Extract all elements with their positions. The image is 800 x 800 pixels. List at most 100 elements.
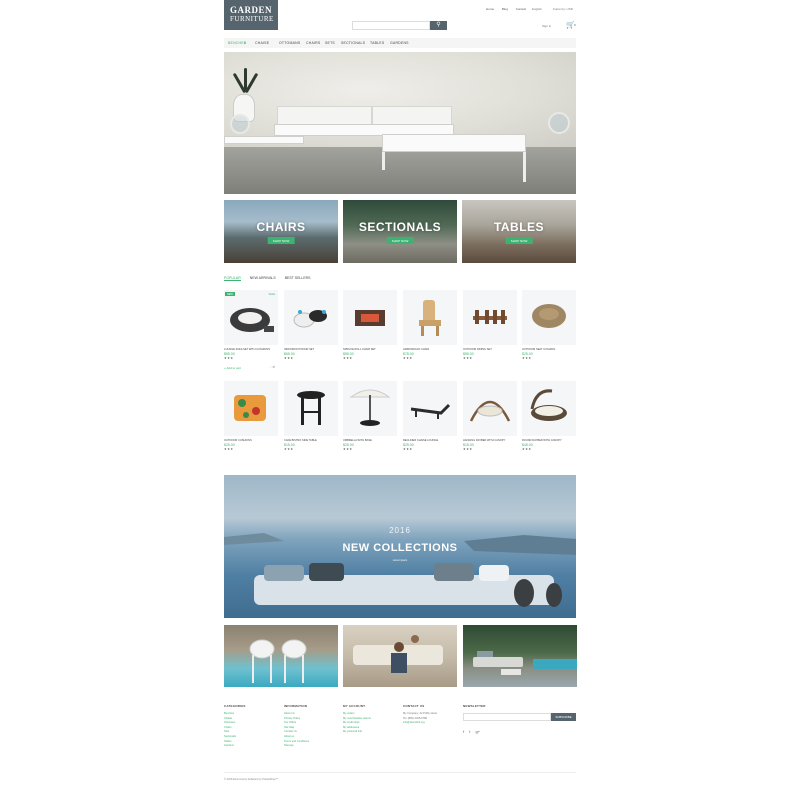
product-card[interactable]: RECLINER CHAISE LOUNGE $25.00 ★★★ — [403, 381, 457, 451]
top-right-selectors: English Currency: USD — [532, 7, 583, 11]
nav-item-sectionals[interactable]: SECTIONALS — [341, 41, 365, 45]
footer-newsletter: NEWSLETTER — [463, 704, 486, 712]
product-rating: ★★★ — [522, 356, 532, 360]
product-name[interactable]: LOUNGE SOFA SET WITH CUSHIONS — [224, 348, 278, 351]
product-image[interactable] — [284, 381, 338, 436]
currency-selector[interactable]: Currency: USD — [553, 7, 573, 11]
product-rating: ★★★ — [463, 356, 473, 360]
category-sectionals[interactable]: SECTIONALS SHOP NOW — [343, 200, 457, 263]
tab-popular[interactable]: POPULAR — [224, 276, 241, 281]
language-selector[interactable]: English — [532, 7, 542, 11]
product-image[interactable] — [403, 381, 457, 436]
nav-chevron-down-icon[interactable]: ▾ — [244, 41, 246, 45]
tab-best-sellers[interactable]: BEST SELLERS — [285, 276, 311, 280]
gallery-illustration — [353, 635, 443, 673]
product-card[interactable]: INDOOR/OUTDOOR SET $65.00 ★★★ — [284, 290, 338, 360]
product-illustration — [473, 310, 507, 324]
product-image[interactable] — [224, 381, 278, 436]
product-rating: ★★★ — [522, 447, 532, 451]
twitter-icon[interactable]: t — [469, 729, 470, 734]
tab-new-arrivals[interactable]: NEW ARRIVALS — [250, 276, 276, 280]
footer-information: INFORMATION About Us Privacy Policy Our … — [284, 704, 309, 749]
banner-subtitle: Lorem ipsum — [392, 559, 408, 562]
contact-email[interactable]: info@demolink.org — [403, 721, 437, 726]
footer-link[interactable]: My personal info — [343, 730, 371, 735]
product-name[interactable]: RECLINER CHAISE LOUNGE — [403, 439, 457, 442]
google-plus-icon[interactable]: g+ — [476, 729, 481, 734]
category-chairs[interactable]: CHAIRS SHOP NOW — [224, 200, 338, 263]
logo[interactable]: GARDEN FURNITURE — [224, 0, 278, 30]
product-image[interactable] — [343, 290, 397, 345]
top-link-home[interactable]: Home — [486, 7, 494, 11]
product-name[interactable]: UMBRELLA WITH BASE — [343, 439, 397, 442]
product-image[interactable] — [463, 290, 517, 345]
shop-now-button[interactable]: SHOP NOW — [386, 237, 414, 244]
product-name[interactable]: OUTDOOR DINING SET — [463, 348, 517, 351]
nav-item-gardens[interactable]: GARDENS — [390, 41, 409, 45]
product-card[interactable]: OUTDOOR CUSHIONS $25.00 ★★★ — [224, 381, 278, 451]
product-name[interactable]: INDOOR/OUTDOOR SET — [284, 348, 338, 351]
product-image[interactable] — [284, 290, 338, 345]
new-collections-banner[interactable]: 2016 NEW COLLECTIONS Lorem ipsum — [224, 475, 576, 618]
newsletter-email-input[interactable] — [463, 713, 551, 721]
shop-now-button[interactable]: SHOP NOW — [267, 237, 295, 244]
product-image[interactable]: NEW SALE — [224, 290, 278, 345]
product-image[interactable] — [403, 290, 457, 345]
gallery-illustration — [249, 639, 307, 683]
product-image[interactable] — [463, 381, 517, 436]
nav-item-tables[interactable]: TABLES — [370, 41, 384, 45]
product-card[interactable]: NEW SALE LOUNGE SOFA SET WITH CUSHIONS $… — [224, 290, 278, 360]
gallery-image-couple[interactable] — [343, 625, 457, 687]
add-to-cart-button[interactable]: + Add to cart — [224, 366, 241, 370]
product-card[interactable]: OUTDOOR SEAT CUSHION $25.00 ★★★ — [522, 290, 576, 360]
product-name[interactable]: HANGING DAYBED WITH CANOPY — [463, 439, 517, 442]
product-rating: ★★★ — [403, 447, 413, 451]
compare-icon[interactable]: ♡ ⇄ — [269, 365, 275, 369]
product-image[interactable] — [343, 381, 397, 436]
product-name[interactable]: ADIRONDACK CHAIR — [403, 348, 457, 351]
hero-slider[interactable] — [224, 52, 576, 194]
page: GARDEN FURNITURE Home Blog Contact Engli… — [0, 0, 800, 800]
nav-item-chairs[interactable]: CHAIRS — [306, 41, 320, 45]
product-image[interactable] — [522, 290, 576, 345]
product-card[interactable]: ADIRONDACK CHAIR $78.00 ★★★ — [403, 290, 457, 360]
top-link-blog[interactable]: Blog — [502, 7, 508, 11]
top-links: Home Blog Contact — [486, 7, 533, 11]
product-card[interactable]: UMBRELLA WITH BASE $25.00 ★★★ — [343, 381, 397, 451]
new-badge: NEW — [225, 292, 235, 296]
product-rating: ★★★ — [343, 356, 353, 360]
nav-item-chaise[interactable]: CHAISE — [255, 41, 269, 45]
product-name[interactable]: OUTDOOR SEAT CUSHION — [522, 348, 576, 351]
search-input[interactable] — [352, 21, 430, 30]
footer-link[interactable]: Sitemap — [284, 744, 309, 749]
banner-year: 2016 — [389, 526, 411, 535]
product-image[interactable] — [522, 381, 576, 436]
top-link-contact[interactable]: Contact — [516, 7, 526, 11]
gallery-image-outdoor-lounge[interactable] — [463, 625, 577, 687]
sign-in-link[interactable]: Sign in — [542, 24, 551, 28]
product-tabs: POPULAR NEW ARRIVALS BEST SELLERS — [224, 276, 319, 281]
product-rating: ★★★ — [403, 356, 413, 360]
product-name[interactable]: SPRUCE ROLL CHAIR SET — [343, 348, 397, 351]
footer-heading: NEWSLETTER — [463, 704, 486, 708]
product-card[interactable]: HANGING DAYBED WITH CANOPY $15.00 ★★★ — [463, 381, 517, 451]
product-name[interactable]: CAFE BISTRO SIDE TABLE — [284, 439, 338, 442]
product-illustration — [410, 403, 451, 419]
shop-now-button[interactable]: SHOP NOW — [505, 237, 533, 244]
search-button[interactable]: ⚲ — [430, 21, 447, 30]
product-card[interactable]: SPRUCE ROLL CHAIR SET $55.00 ★★★ — [343, 290, 397, 360]
product-rating: ★★★ — [224, 356, 234, 360]
product-card[interactable]: CAFE BISTRO SIDE TABLE $15.00 ★★★ — [284, 381, 338, 451]
nav-item-sets[interactable]: SETS — [325, 41, 335, 45]
product-card[interactable]: OUTDOOR DINING SET $55.00 ★★★ — [463, 290, 517, 360]
facebook-icon[interactable]: f — [463, 729, 464, 734]
gallery-image-pool-chairs[interactable] — [224, 625, 338, 687]
nav-item-ottomans[interactable]: OTTOMANS — [279, 41, 300, 45]
category-tables[interactable]: TABLES SHOP NOW — [462, 200, 576, 263]
product-name[interactable]: OUTDOOR CUSHIONS — [224, 439, 278, 442]
product-illustration — [469, 400, 511, 422]
product-card[interactable]: ROUND DAYBED WITH CANOPY $45.00 ★★★ — [522, 381, 576, 451]
subscribe-button[interactable]: SUBSCRIBE — [551, 713, 576, 721]
footer-link[interactable]: Gardens — [224, 744, 246, 749]
product-name[interactable]: ROUND DAYBED WITH CANOPY — [522, 439, 576, 442]
